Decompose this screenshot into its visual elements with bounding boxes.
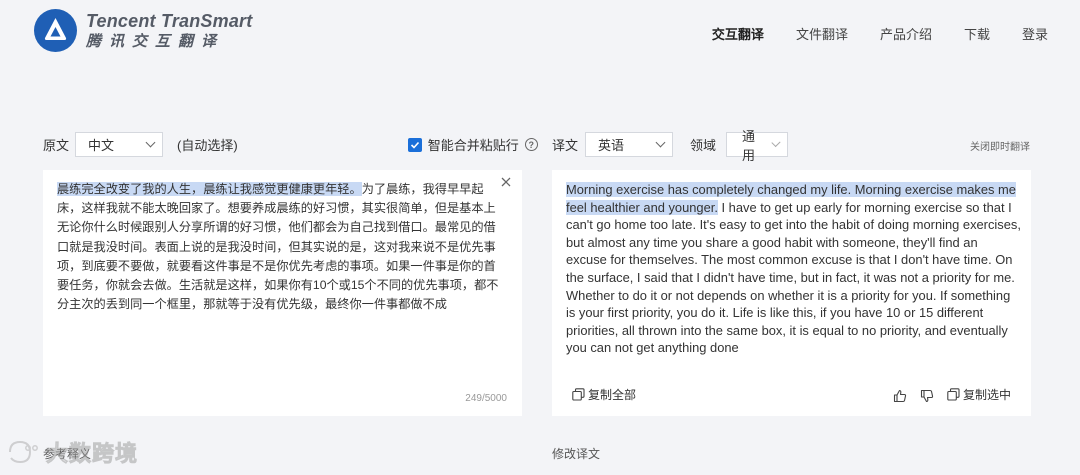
target-label: 译文 bbox=[552, 138, 579, 153]
logo-mark-icon bbox=[34, 9, 77, 52]
source-text-rest: 为了晨练，我得早早起床，这样我就不能太晚回家了。想要养成晨练的好习惯，其实很简单… bbox=[57, 182, 499, 312]
domain-label: 领域 bbox=[690, 138, 717, 153]
chevron-down-icon bbox=[145, 137, 156, 148]
nav-document-translate[interactable]: 文件翻译 bbox=[796, 24, 848, 43]
nav-interactive-translate[interactable]: 交互翻译 bbox=[712, 24, 764, 43]
top-nav: 交互翻译 文件翻译 产品介绍 下载 登录 bbox=[680, 24, 1048, 43]
brand-name-cn: 腾讯交互翻译 bbox=[86, 33, 225, 50]
copy-selected-button[interactable]: 复制选中 bbox=[947, 386, 1011, 403]
target-toolbar: 译文 英语 领域 通用 bbox=[552, 129, 789, 163]
edit-translation-label[interactable]: 修改译文 bbox=[552, 445, 600, 462]
source-language-value: 中文 bbox=[88, 138, 115, 153]
chevron-down-icon bbox=[655, 137, 666, 148]
help-icon[interactable]: ? bbox=[524, 138, 538, 151]
brand-logo[interactable]: Tencent TranSmart 腾讯交互翻译 bbox=[33, 8, 252, 53]
watermark-logo-icon bbox=[9, 440, 38, 464]
watermark: 大数跨境 bbox=[6, 436, 138, 468]
thumbs-down-icon[interactable] bbox=[920, 389, 934, 403]
copy-selected-label: 复制选中 bbox=[963, 388, 1012, 402]
target-text-rest: I have to get up early for morning exerc… bbox=[566, 199, 1021, 356]
source-text[interactable]: 晨练完全改变了我的人生，晨练让我感觉更健康更年轻。为了晨练，我得早早起床，这样我… bbox=[57, 180, 507, 314]
nav-download[interactable]: 下载 bbox=[964, 24, 990, 43]
auto-detect-label: (自动选择) bbox=[177, 138, 238, 153]
target-panel: Morning exercise has completely changed … bbox=[552, 170, 1031, 416]
merge-paste-label: 智能合并粘贴行 bbox=[427, 138, 519, 153]
nav-login[interactable]: 登录 bbox=[1022, 24, 1048, 43]
target-language-value: 英语 bbox=[598, 138, 625, 153]
chevron-down-icon bbox=[771, 137, 781, 148]
brand-name-en: Tencent TranSmart bbox=[86, 11, 253, 31]
thumbs-up-icon[interactable] bbox=[893, 389, 907, 403]
nav-product-intro[interactable]: 产品介绍 bbox=[880, 24, 932, 43]
source-toolbar: 原文 中文 (自动选择) 智能合并粘贴行 ? bbox=[43, 132, 538, 157]
copy-all-label: 复制全部 bbox=[588, 388, 637, 402]
watermark-text: 大数跨境 bbox=[46, 441, 139, 467]
close-icon[interactable] bbox=[500, 176, 512, 188]
merge-paste-checkbox[interactable] bbox=[407, 137, 422, 152]
copy-all-button[interactable]: 复制全部 bbox=[572, 386, 636, 403]
source-text-highlighted: 晨练完全改变了我的人生，晨练让我感觉更健康更年轻。 bbox=[57, 182, 362, 196]
domain-select[interactable]: 通用 bbox=[726, 129, 789, 163]
source-language-select[interactable]: 中文 bbox=[75, 132, 164, 157]
domain-value: 通用 bbox=[742, 128, 756, 163]
target-language-select[interactable]: 英语 bbox=[585, 132, 674, 157]
source-label: 原文 bbox=[43, 138, 70, 153]
check-icon bbox=[410, 141, 419, 149]
close-instant-translate[interactable]: 关闭即时翻译 bbox=[970, 138, 1030, 153]
copy-icon bbox=[572, 388, 585, 401]
char-counter: 249/5000 bbox=[465, 393, 507, 404]
source-panel[interactable]: 晨练完全改变了我的人生，晨练让我感觉更健康更年轻。为了晨练，我得早早起床，这样我… bbox=[43, 170, 522, 416]
copy-icon bbox=[947, 388, 960, 401]
target-text[interactable]: Morning exercise has completely changed … bbox=[566, 181, 1021, 357]
